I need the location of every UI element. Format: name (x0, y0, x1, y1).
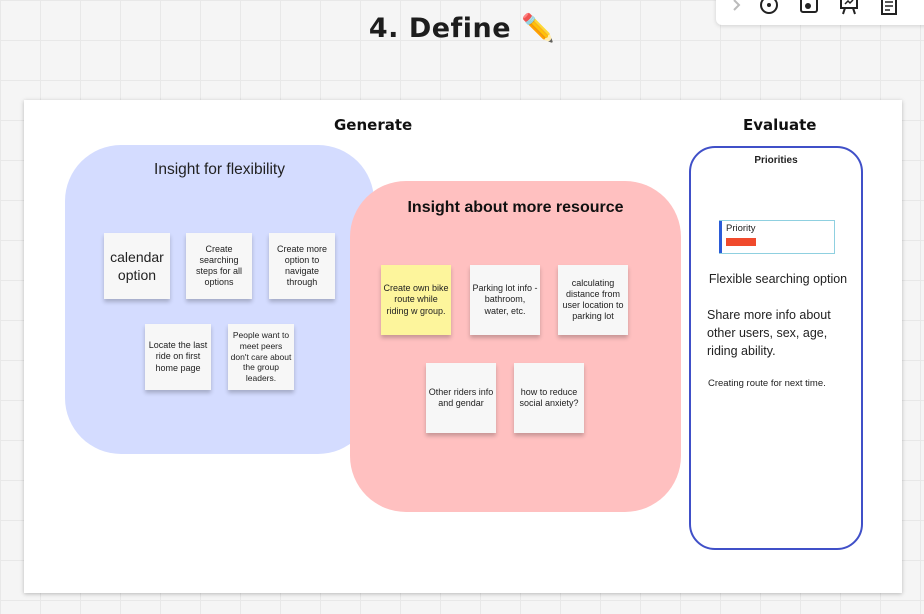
sticky-note[interactable]: Create searching steps for all options (186, 233, 252, 299)
priority-legend[interactable]: Priority (719, 220, 835, 254)
legend-accent (719, 221, 722, 253)
flexibility-cluster-title: Insight for flexibility (154, 161, 285, 178)
chevron-right-icon[interactable] (730, 0, 742, 16)
board-toolbar (716, 0, 924, 25)
sticky-note[interactable]: Other riders info and gendar (426, 363, 496, 433)
presentation-icon[interactable] (838, 0, 860, 16)
priority-item[interactable]: Creating route for next time. (708, 378, 856, 389)
generate-label: Generate (334, 116, 413, 134)
resource-cluster[interactable]: Insight about more resource (350, 181, 681, 512)
priority-legend-swatch (726, 238, 756, 246)
priority-item[interactable]: Share more info about other users, sex, … (707, 306, 855, 360)
sticky-note[interactable]: Parking lot info - bathroom, water, etc. (470, 265, 540, 335)
resource-cluster-title: Insight about more resource (407, 199, 624, 216)
flexibility-cluster[interactable]: Insight for flexibility (65, 145, 374, 454)
priorities-title: Priorities (754, 155, 798, 166)
sticky-note[interactable]: Create own bike route while riding w gro… (381, 265, 451, 335)
sticky-note[interactable]: how to reduce social anxiety? (514, 363, 584, 433)
sticky-note[interactable]: calculating distance from user location … (558, 265, 628, 335)
priority-legend-label: Priority (726, 223, 756, 234)
sticky-note[interactable]: Create more option to navigate through (269, 233, 335, 299)
priority-item[interactable]: Flexible searching option (700, 272, 856, 286)
sticky-note[interactable]: calendar option (104, 233, 170, 299)
define-frame: Generate Evaluate Insight for flexibilit… (24, 100, 902, 593)
camera-icon[interactable] (798, 0, 820, 16)
sticky-note[interactable]: People want to meet peers don't care abo… (228, 324, 294, 390)
priorities-frame[interactable]: Priorities Priority Flexible searching o… (689, 146, 863, 550)
sticky-note[interactable]: Locate the last ride on first home page (145, 324, 211, 390)
evaluate-label: Evaluate (743, 116, 817, 134)
timer-icon[interactable] (758, 0, 780, 16)
notes-icon[interactable] (878, 0, 900, 16)
